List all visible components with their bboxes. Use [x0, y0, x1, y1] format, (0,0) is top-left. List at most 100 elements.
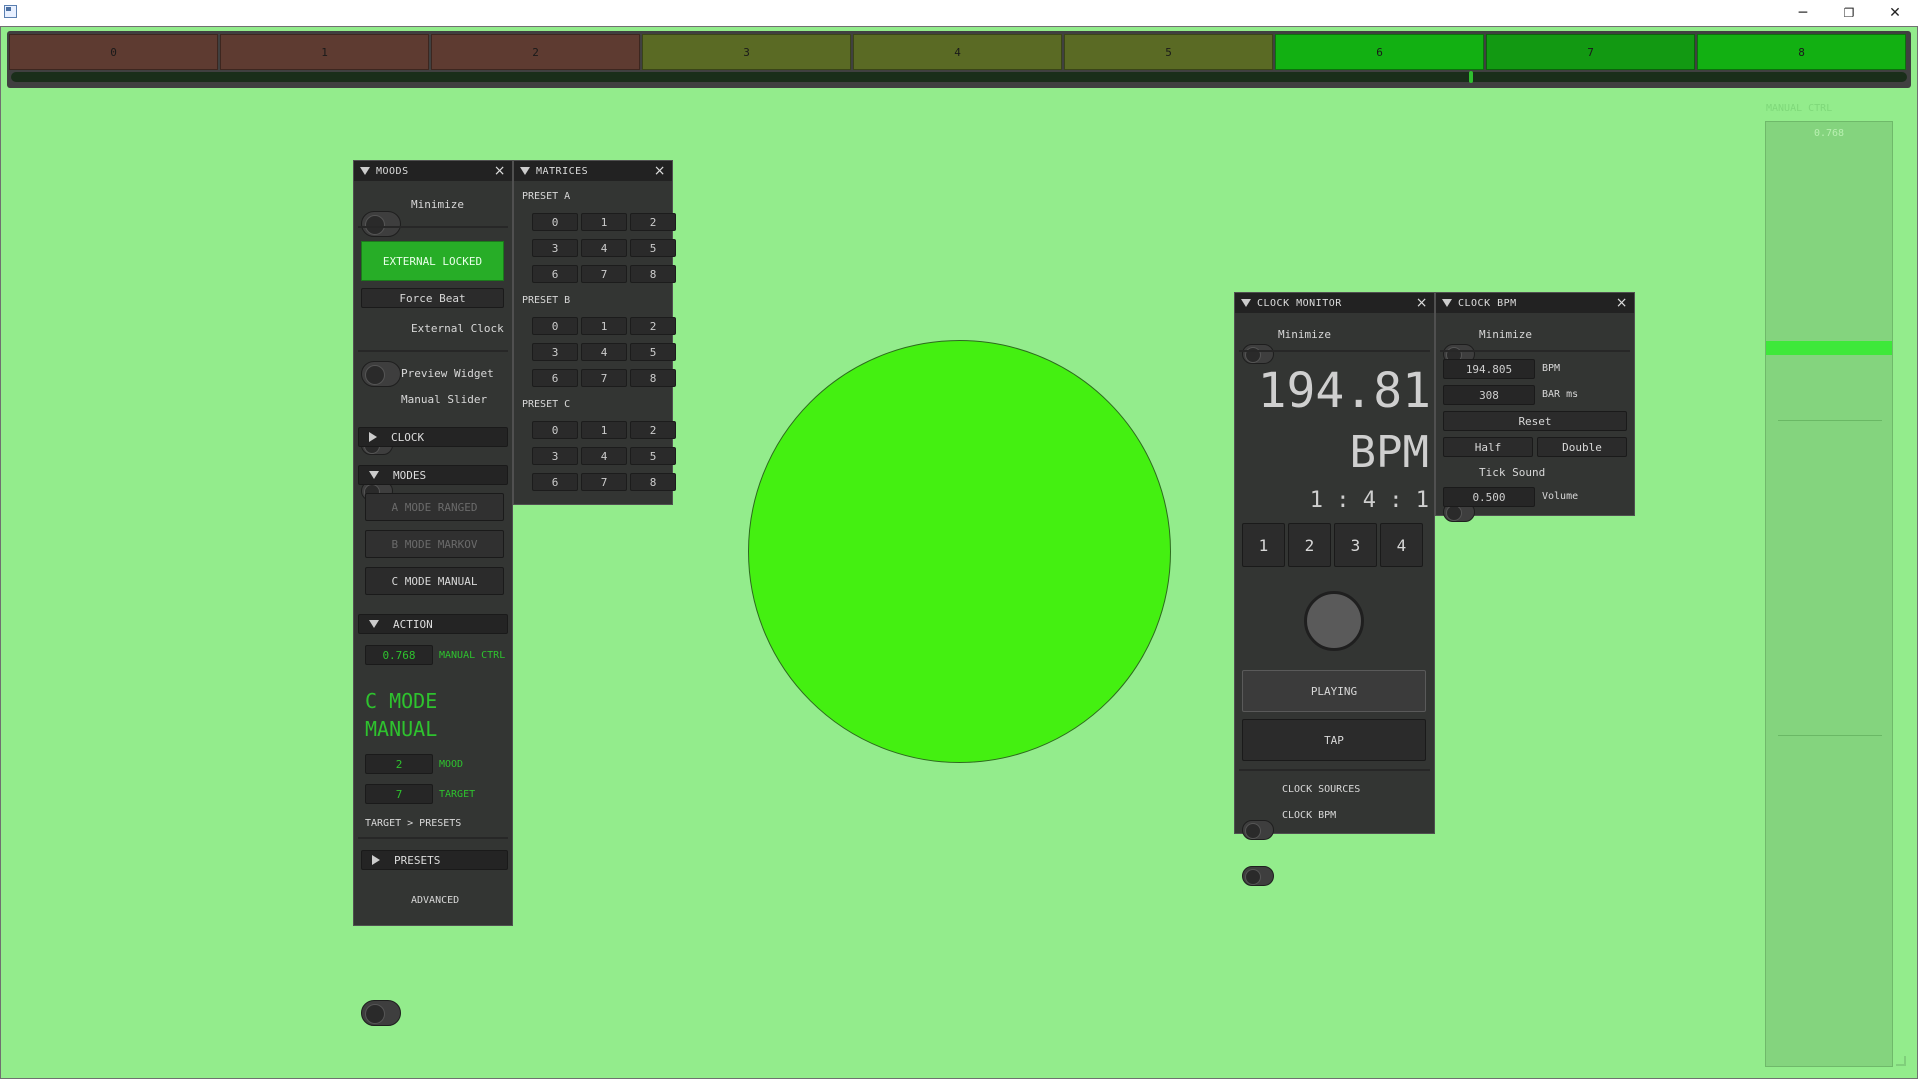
preset-b-button-3[interactable]: 3 [532, 343, 578, 361]
window-titlebar: ─ ❐ ✕ [0, 0, 1918, 26]
preset-a-button-5[interactable]: 5 [630, 239, 676, 257]
clock-bpm-toggle[interactable] [1242, 866, 1274, 886]
advanced-toggle[interactable] [361, 1000, 401, 1026]
bpm-label: BPM [1542, 363, 1561, 374]
beat-segment-1[interactable]: 1 [220, 34, 429, 70]
preset-c-button-1[interactable]: 1 [581, 421, 627, 439]
preset-a-button-8[interactable]: 8 [630, 265, 676, 283]
preset-c-button-0[interactable]: 0 [532, 421, 578, 439]
advanced-label: ADVANCED [411, 895, 460, 906]
beat-segment-5[interactable]: 5 [1064, 34, 1273, 70]
collapse-triangle-icon[interactable] [1442, 299, 1452, 307]
bar-ms-input[interactable]: 308 [1443, 385, 1535, 405]
modes-section-label: MODES [393, 468, 427, 482]
preset-b-button-7[interactable]: 7 [581, 369, 627, 387]
mode-a-ranged-button[interactable]: A MODE RANGED [365, 493, 504, 521]
preset-c-button-5[interactable]: 5 [630, 447, 676, 465]
divider [1239, 350, 1430, 352]
half-button[interactable]: Half [1443, 437, 1533, 457]
preset-c-button-8[interactable]: 8 [630, 473, 676, 491]
collapse-triangle-icon[interactable] [360, 167, 370, 175]
preset-c-button-6[interactable]: 6 [532, 473, 578, 491]
target-value[interactable]: 7 [365, 784, 433, 804]
preset-a-button-7[interactable]: 7 [581, 265, 627, 283]
beat-pulse-indicator [1304, 591, 1364, 651]
preset-b-button-8[interactable]: 8 [630, 369, 676, 387]
tap-button[interactable]: TAP [1242, 719, 1426, 761]
double-button[interactable]: Double [1537, 437, 1627, 457]
beat-segment-2[interactable]: 2 [431, 34, 640, 70]
clock-bpm-header[interactable]: CLOCK BPM × [1436, 293, 1634, 313]
beat-indicator-3: 3 [1334, 523, 1377, 567]
preset-a-button-2[interactable]: 2 [630, 213, 676, 231]
resize-grip-icon[interactable] [1896, 1056, 1906, 1066]
beat-segment-0[interactable]: 0 [9, 34, 218, 70]
preset-b-button-2[interactable]: 2 [630, 317, 676, 335]
external-clock-toggle[interactable] [361, 361, 401, 387]
moods-header[interactable]: MOODS × [354, 161, 512, 181]
preset-b-label: PRESET B [522, 295, 571, 306]
playing-button[interactable]: PLAYING [1242, 670, 1426, 712]
mode-c-manual-button[interactable]: C MODE MANUAL [365, 567, 504, 595]
preset-a-button-0[interactable]: 0 [532, 213, 578, 231]
collapse-triangle-icon[interactable] [1241, 299, 1251, 307]
minimize-toggle[interactable] [1242, 344, 1274, 364]
collapse-triangle-icon[interactable] [520, 167, 530, 175]
bar-ms-label: BAR ms [1542, 389, 1579, 400]
volume-input[interactable]: 0.500 [1443, 487, 1535, 507]
manual-vertical-slider[interactable]: 0.768 [1765, 121, 1893, 1067]
slider-gridline [1778, 420, 1882, 421]
preset-c-button-3[interactable]: 3 [532, 447, 578, 465]
beat-segment-7[interactable]: 7 [1486, 34, 1695, 70]
clock-sources-toggle[interactable] [1242, 820, 1274, 840]
clock-monitor-header[interactable]: CLOCK MONITOR × [1235, 293, 1434, 313]
force-beat-button[interactable]: Force Beat [361, 288, 504, 308]
preset-a-button-1[interactable]: 1 [581, 213, 627, 231]
mode-b-markov-button[interactable]: B MODE MARKOV [365, 530, 504, 558]
modes-section-header[interactable]: MODES [358, 465, 508, 485]
close-icon[interactable]: × [1616, 295, 1628, 311]
beat-progress-track[interactable] [11, 72, 1907, 82]
manual-ctrl-label: MANUAL CTRL [439, 650, 506, 661]
close-window-button[interactable]: ✕ [1872, 0, 1918, 26]
beat-segment-8[interactable]: 8 [1697, 34, 1906, 70]
preset-c-button-7[interactable]: 7 [581, 473, 627, 491]
clock-section-header[interactable]: CLOCK [358, 427, 508, 447]
preset-a-button-3[interactable]: 3 [532, 239, 578, 257]
expand-triangle-icon [369, 432, 377, 442]
minimize-window-button[interactable]: ─ [1780, 0, 1826, 26]
minimize-label: Minimize [1278, 328, 1331, 341]
preset-b-button-0[interactable]: 0 [532, 317, 578, 335]
close-icon[interactable]: × [1416, 295, 1428, 311]
expand-triangle-icon [372, 855, 380, 865]
preset-c-button-4[interactable]: 4 [581, 447, 627, 465]
preset-c-button-2[interactable]: 2 [630, 421, 676, 439]
presets-section-header[interactable]: PRESETS [361, 850, 508, 870]
preset-a-button-4[interactable]: 4 [581, 239, 627, 257]
preset-b-button-1[interactable]: 1 [581, 317, 627, 335]
minimize-label: Minimize [411, 198, 464, 211]
beat-segment-4[interactable]: 4 [853, 34, 1062, 70]
manual-ctrl-value[interactable]: 0.768 [365, 645, 433, 665]
mood-value[interactable]: 2 [365, 754, 433, 774]
action-section-header[interactable]: ACTION [358, 614, 508, 634]
beat-segment-6[interactable]: 6 [1275, 34, 1484, 70]
close-icon[interactable]: × [494, 163, 506, 179]
external-locked-button[interactable]: EXTERNAL LOCKED [361, 241, 504, 281]
minimize-toggle[interactable] [361, 211, 401, 237]
reset-button[interactable]: Reset [1443, 411, 1627, 431]
beat-segment-3[interactable]: 3 [642, 34, 851, 70]
preset-b-button-6[interactable]: 6 [532, 369, 578, 387]
restore-window-button[interactable]: ❐ [1826, 0, 1872, 26]
preset-b-button-5[interactable]: 5 [630, 343, 676, 361]
divider [358, 226, 508, 228]
matrices-header[interactable]: MATRICES × [514, 161, 672, 181]
preset-b-button-4[interactable]: 4 [581, 343, 627, 361]
clock-monitor-panel: CLOCK MONITOR × Minimize 194.81 BPM 1 : … [1234, 292, 1435, 886]
close-icon[interactable]: × [654, 163, 666, 179]
bpm-input[interactable]: 194.805 [1443, 359, 1535, 379]
beat-indicator-4: 4 [1380, 523, 1423, 567]
manual-slider-value: 0.768 [1813, 128, 1845, 139]
preset-a-button-6[interactable]: 6 [532, 265, 578, 283]
manual-slider-thumb[interactable] [1766, 341, 1892, 355]
